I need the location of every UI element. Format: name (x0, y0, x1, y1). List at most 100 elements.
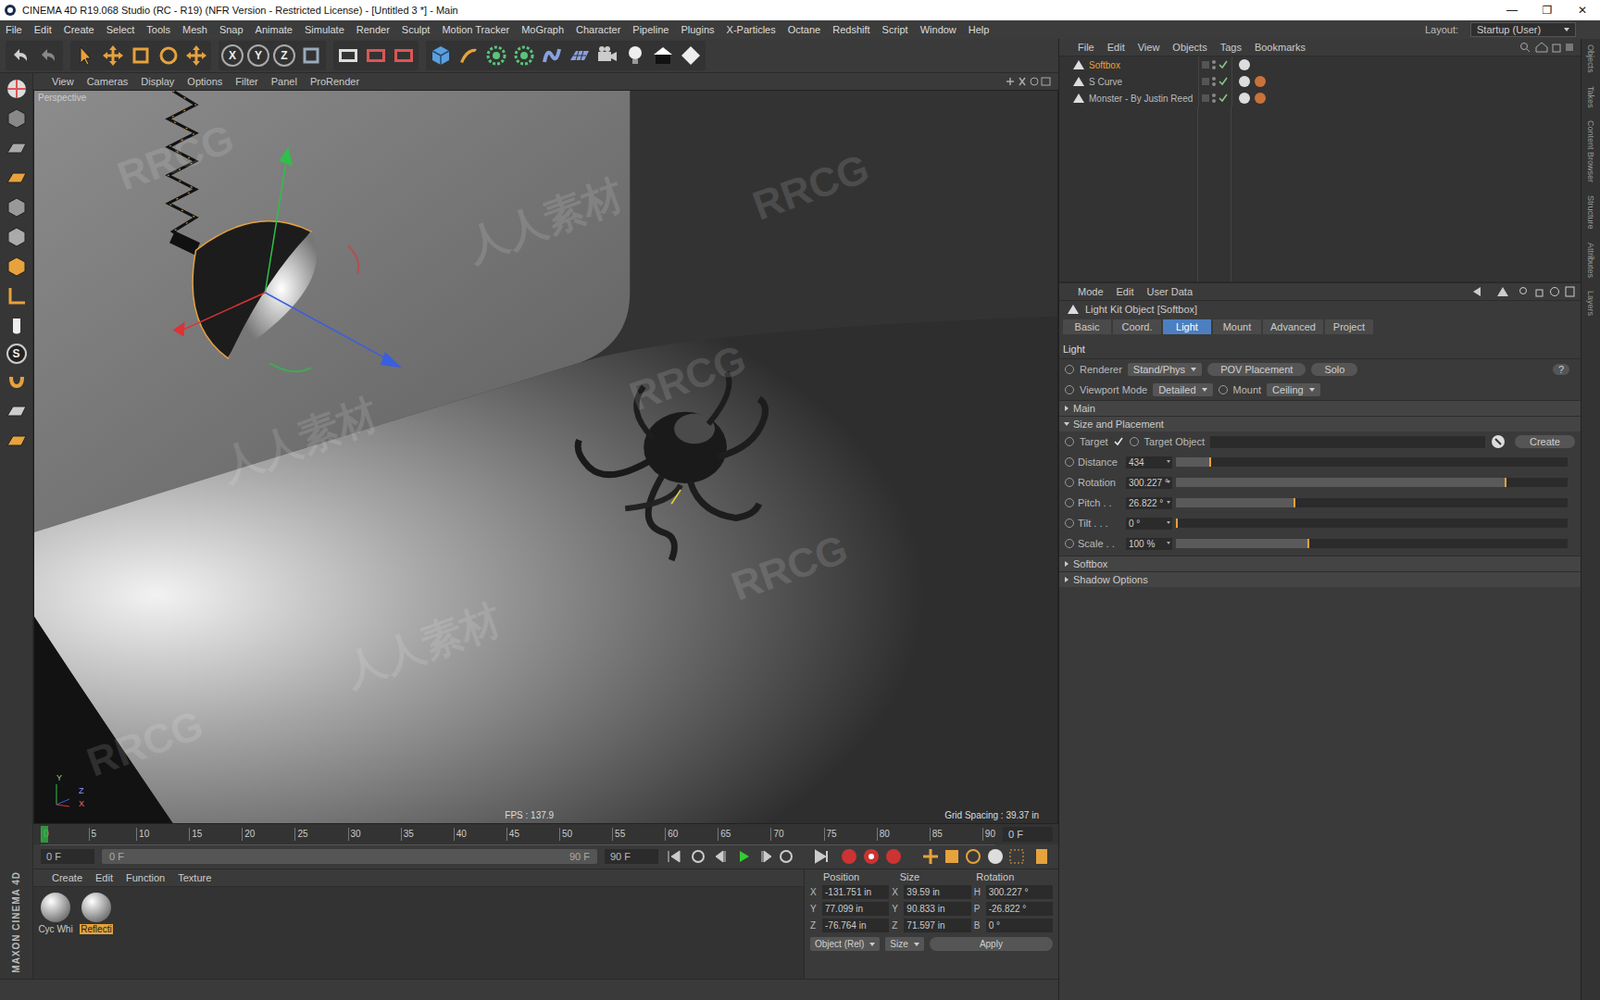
slider-knob[interactable] (1504, 477, 1507, 488)
slider-knob[interactable] (1209, 457, 1212, 467)
parameter-slider[interactable] (1175, 538, 1568, 549)
keyframe-dot-icon[interactable] (1064, 477, 1075, 488)
object-menu-item[interactable]: Tags (1220, 41, 1242, 53)
mode-icon[interactable] (4, 195, 29, 220)
material-tag-icon[interactable] (1237, 75, 1251, 88)
window-control-button[interactable]: ✕ (1564, 3, 1600, 17)
tool-icon[interactable] (650, 43, 675, 68)
viewport-menu-item[interactable]: View (51, 75, 75, 88)
side-tab[interactable]: Structure (1586, 195, 1596, 230)
attribute-menu-item[interactable]: User Data (1147, 286, 1194, 298)
object-menu-item[interactable]: View (1137, 41, 1161, 53)
object-row[interactable]: S Curve (1059, 73, 1581, 90)
tool-icon[interactable] (456, 43, 481, 68)
attribute-button[interactable]: Solo (1311, 362, 1358, 376)
tool-icon[interactable] (336, 43, 361, 68)
target-object-field[interactable] (1210, 436, 1486, 449)
apply-button[interactable]: Apply (929, 937, 1053, 951)
attribute-button[interactable]: POV Placement (1207, 362, 1306, 376)
group-header[interactable]: Main (1059, 400, 1581, 416)
record-keys-icon[interactable] (839, 847, 914, 866)
renderer-dropdown[interactable]: Stand/Phys (1127, 362, 1202, 376)
object-row[interactable]: Monster - By Justin Reed (1059, 89, 1581, 107)
help-button[interactable]: ? (1552, 363, 1570, 375)
viewport-menu-item[interactable]: ProRender (310, 75, 360, 88)
material-tag-icon[interactable] (1237, 91, 1251, 105)
keyframe-dot-icon[interactable] (1129, 437, 1139, 447)
viewport-canvas[interactable]: RRCG人人素材RRCG人人素材RRCG人人素材RRCGRRCGPerspect… (33, 89, 1059, 825)
parameter-slider[interactable] (1175, 518, 1568, 528)
material-tag-icon[interactable] (1237, 58, 1251, 72)
key-filters-icon[interactable] (921, 847, 1051, 866)
keyframe-dot-icon[interactable] (1064, 385, 1075, 395)
start-frame-field[interactable]: 0 F (40, 849, 95, 864)
material-item[interactable]: Cyc Whi (37, 890, 75, 975)
mode-icon[interactable] (4, 284, 29, 309)
create-button[interactable]: Create (1514, 435, 1575, 449)
layout-dropdown[interactable]: Startup (User) (1470, 22, 1576, 38)
menu-item[interactable]: Script (882, 24, 909, 36)
object-flags[interactable] (1198, 89, 1232, 107)
object-menu-item[interactable]: Objects (1172, 41, 1207, 53)
menu-item[interactable]: Help (968, 24, 990, 36)
mode-icon[interactable] (4, 136, 29, 161)
expand-arrow-icon[interactable] (1064, 405, 1069, 412)
snap-mode-icon[interactable] (4, 369, 29, 394)
position-field[interactable]: -76.764 in (822, 918, 889, 933)
attribute-tools-icon[interactable] (1471, 286, 1575, 298)
object-flags[interactable] (1198, 56, 1232, 74)
object-menu-item[interactable]: Edit (1107, 41, 1125, 53)
side-tab[interactable]: Takes (1586, 86, 1596, 109)
mode-icon[interactable] (4, 313, 29, 338)
axis-lock-button[interactable]: X (221, 44, 244, 67)
parameter-slider[interactable] (1175, 477, 1568, 488)
menu-item[interactable]: Pipeline (632, 24, 669, 36)
attribute-tab[interactable]: Project (1325, 319, 1374, 335)
snap-mode-icon[interactable] (4, 428, 29, 453)
tool-icon[interactable] (8, 43, 33, 68)
menu-item[interactable]: X-Particles (726, 24, 776, 36)
rotation-field[interactable]: 300.227 ° (986, 885, 1053, 900)
viewport-navigation-icon[interactable] (1004, 75, 1053, 88)
material-menu-item[interactable]: Create (51, 872, 83, 884)
tool-icon[interactable] (156, 43, 181, 68)
menu-item[interactable]: Plugins (680, 24, 714, 36)
attribute-menu-item[interactable]: Mode (1077, 286, 1104, 298)
position-field[interactable]: -131.751 in (822, 885, 889, 900)
menu-item[interactable]: Tools (146, 24, 171, 36)
tool-icon[interactable] (539, 43, 564, 68)
parameter-slider[interactable] (1175, 457, 1568, 467)
enabled-check-icon[interactable] (1218, 76, 1228, 87)
current-frame-field[interactable]: 0 F (1002, 826, 1053, 842)
material-menu-item[interactable]: Edit (95, 872, 113, 884)
mode-icon[interactable] (4, 106, 29, 131)
expand-arrow-icon[interactable] (1064, 576, 1069, 583)
side-tab[interactable]: Attributes (1586, 242, 1596, 278)
menu-item[interactable]: Edit (34, 24, 52, 36)
size-field[interactable]: 39.59 in (903, 885, 971, 900)
viewport-menu-item[interactable]: Display (140, 75, 175, 88)
expand-arrow-icon[interactable] (1063, 422, 1070, 426)
menu-item[interactable]: Snap (219, 24, 244, 36)
keyframe-dot-icon[interactable] (1064, 364, 1075, 375)
slider-knob[interactable] (1307, 538, 1310, 549)
viewport-menu-item[interactable]: Options (187, 75, 223, 88)
parameter-field[interactable]: 434 (1125, 456, 1173, 469)
pick-object-icon[interactable] (1490, 434, 1506, 450)
frame-range-slider[interactable]: 0 F90 F (101, 849, 598, 864)
window-control-button[interactable]: ❐ (1529, 3, 1565, 17)
side-tab[interactable]: Content Browser (1586, 120, 1596, 183)
parameter-slider[interactable] (1175, 498, 1568, 508)
menu-item[interactable]: Select (106, 24, 136, 36)
tool-icon[interactable] (128, 43, 153, 68)
octopus-model[interactable] (577, 372, 765, 561)
coordinate-mode-dropdown[interactable]: Object (Rel) (810, 937, 880, 951)
tool-icon[interactable] (100, 43, 125, 68)
keyframe-dot-icon[interactable] (1064, 538, 1075, 549)
keyframe-dot-icon[interactable] (1064, 457, 1075, 467)
axis-lock-button[interactable]: Z (273, 44, 296, 67)
attribute-tab[interactable]: Advanced (1262, 319, 1324, 335)
group-header[interactable]: Shadow Options (1059, 571, 1581, 588)
tool-icon[interactable] (184, 43, 209, 68)
group-header[interactable]: Softbox (1059, 555, 1581, 572)
